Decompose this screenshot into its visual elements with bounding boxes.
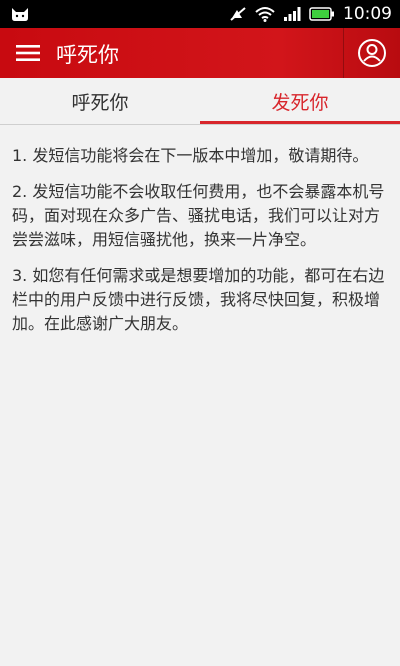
- hamburger-icon[interactable]: [16, 44, 40, 62]
- tab-sms[interactable]: 发死你: [200, 78, 400, 124]
- notice-content: 1. 发短信功能将会在下一版本中增加，敬请期待。 2. 发短信功能不会收取任何费…: [12, 144, 388, 348]
- tab-label: 呼死你: [71, 91, 129, 114]
- notice-paragraph: 3. 如您有任何需求或是想要增加的功能，都可在右边栏中的用户反馈中进行反馈，我将…: [12, 266, 385, 333]
- clock: 10:09: [343, 4, 392, 24]
- app-bar: 呼死你: [0, 28, 400, 78]
- tab-call[interactable]: 呼死你: [0, 78, 200, 124]
- mute-icon: [230, 7, 246, 21]
- tab-label: 发死你: [271, 91, 329, 114]
- notice-paragraph: 2. 发短信功能不会收取任何费用，也不会暴露本机号码，面对现在众多广告、骚扰电话…: [12, 182, 385, 249]
- cat-icon: [12, 8, 28, 21]
- app-bar-divider: [343, 28, 344, 78]
- status-bar: 10:09: [0, 0, 400, 28]
- wifi-icon: [255, 7, 275, 22]
- user-circle-icon[interactable]: [357, 38, 387, 68]
- signal-icon: [284, 7, 301, 21]
- tab-bar: 呼死你 发死你: [0, 78, 400, 125]
- app-title: 呼死你: [56, 43, 119, 67]
- battery-icon: [309, 7, 334, 21]
- notice-paragraph: 1. 发短信功能将会在下一版本中增加，敬请期待。: [12, 146, 369, 165]
- tab-indicator: [200, 121, 400, 124]
